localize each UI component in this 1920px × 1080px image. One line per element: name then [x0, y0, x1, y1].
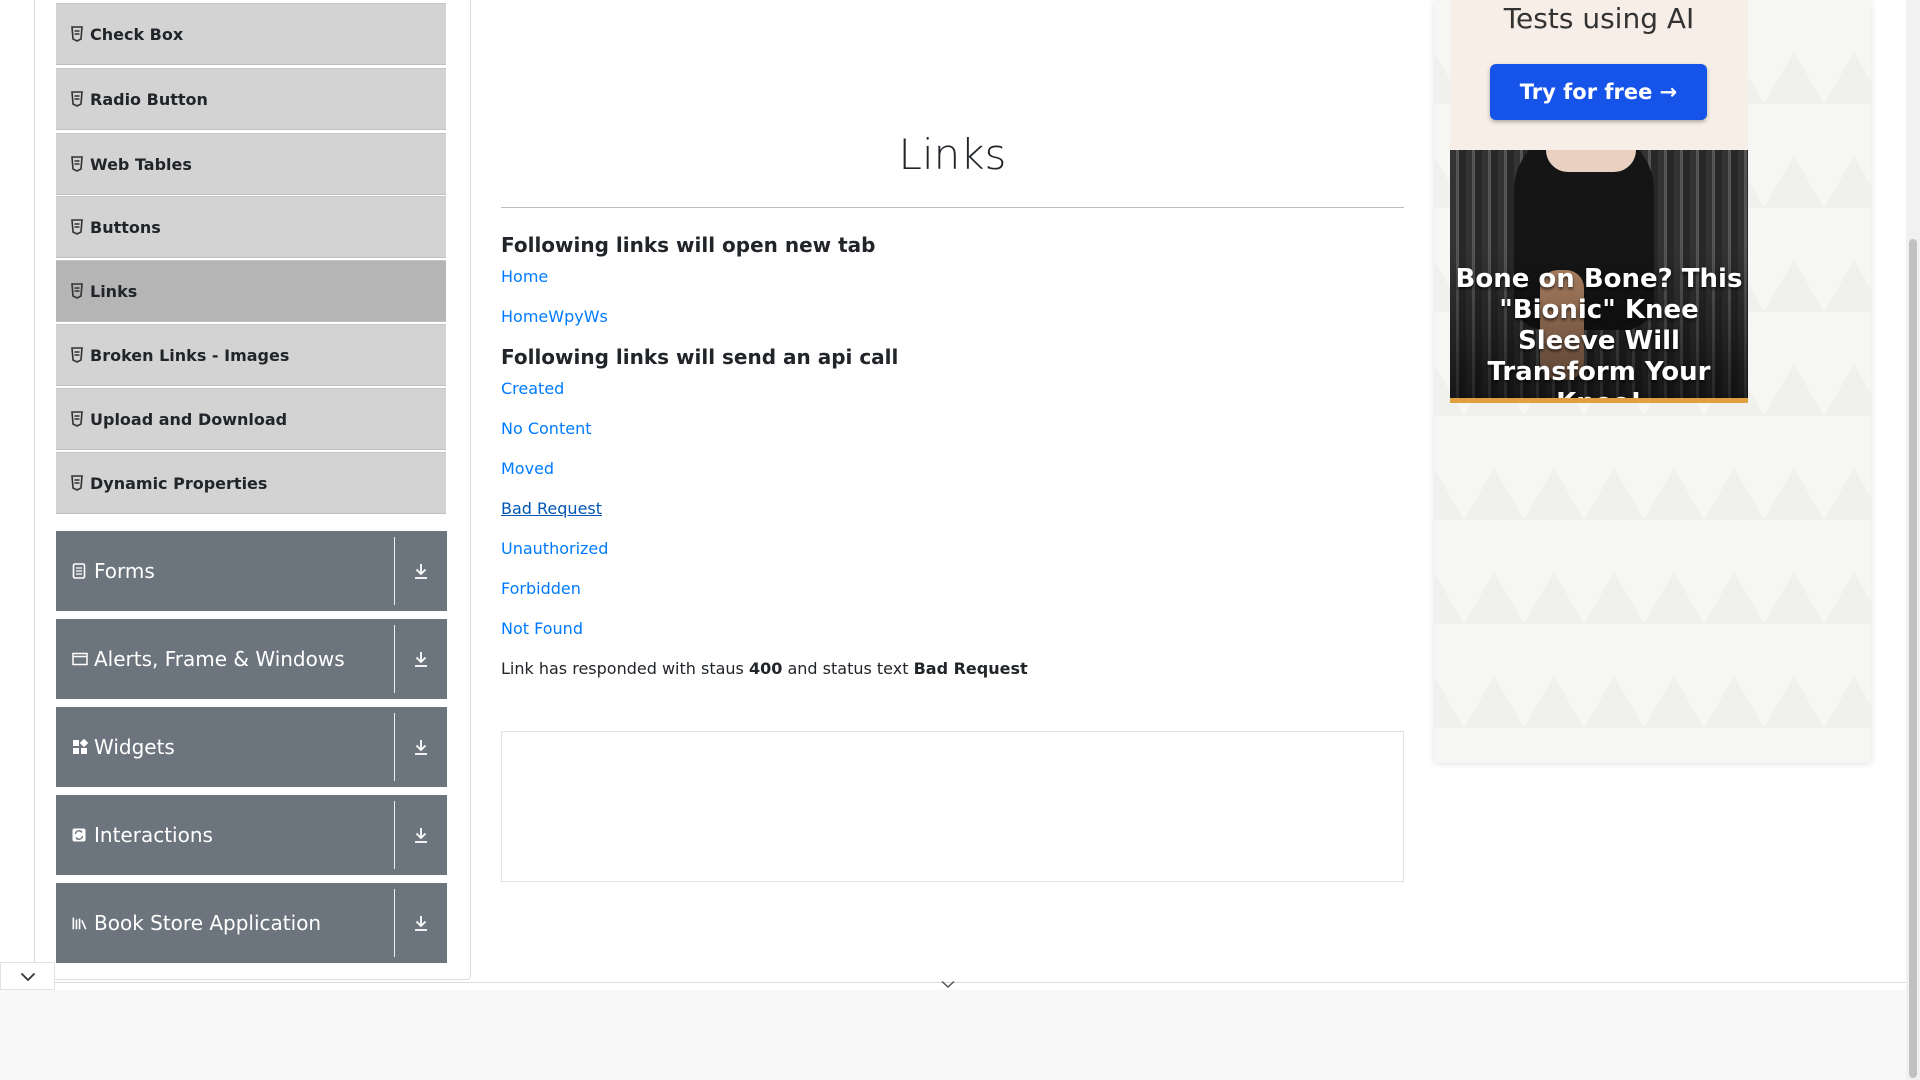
element-icon — [70, 219, 84, 235]
element-icon — [70, 411, 84, 427]
sidebar-item-dynamic-properties[interactable]: Dynamic Properties — [56, 452, 446, 514]
sidebar-item-web-tables[interactable]: Web Tables — [56, 133, 446, 195]
new-tab-heading: Following links will open new tab — [501, 233, 876, 257]
element-icon — [70, 156, 84, 172]
sidebar-item-label: Dynamic Properties — [90, 473, 268, 493]
chevron-down-icon — [20, 967, 36, 986]
scrollbar-thumb[interactable] — [1909, 239, 1917, 1078]
sidebar-item-label: Check Box — [90, 24, 184, 44]
sidebar-item-label: Broken Links - Images — [90, 345, 290, 365]
element-icon — [70, 26, 84, 42]
group-widgets[interactable]: Widgets — [56, 707, 447, 787]
link-home[interactable]: Home — [501, 267, 548, 286]
ad-try-button[interactable]: Try for free → — [1490, 64, 1707, 120]
group-title: Book Store Application — [94, 911, 322, 935]
ad-figure-skin — [1546, 150, 1636, 172]
sidebar-item-upload-and-download[interactable]: Upload and Download — [56, 388, 446, 450]
group-forms[interactable]: Forms — [56, 531, 447, 611]
group-title: Widgets — [94, 735, 175, 759]
link-bad-request[interactable]: Bad Request — [501, 499, 602, 518]
sidebar-item-radio-button[interactable]: Radio Button — [56, 68, 446, 130]
ad-headline: Bone on Bone? This "Bionic" Knee Sleeve … — [1455, 264, 1743, 403]
interactions-icon — [72, 826, 88, 844]
element-icon — [70, 91, 84, 107]
group-title: Alerts, Frame & Windows — [94, 647, 345, 671]
sidebar-item-label: Radio Button — [90, 89, 208, 109]
link-not-found[interactable]: Not Found — [501, 619, 583, 638]
sidebar-item-label: Web Tables — [90, 154, 192, 174]
ad-placeholder-box — [501, 731, 1404, 882]
window-icon — [72, 650, 88, 668]
link-response: Link has responded with staus 400 and st… — [501, 659, 1028, 678]
element-icon — [70, 475, 84, 491]
group-title: Interactions — [94, 823, 213, 847]
response-status-code: 400 — [748, 659, 783, 678]
sidebar-item-broken-links-images[interactable]: Broken Links - Images — [56, 324, 446, 386]
response-prefix: Link has responded with staus — [501, 659, 744, 678]
link-unauthorized[interactable]: Unauthorized — [501, 539, 608, 558]
link-home-dynamic[interactable]: HomeWpyWs — [501, 307, 608, 326]
sidebar-item-label: Upload and Download — [90, 409, 288, 429]
page-title: Links — [898, 130, 1007, 179]
sidebar-item-label: Buttons — [90, 217, 161, 237]
group-title: Forms — [94, 559, 155, 583]
collapse-button[interactable] — [0, 962, 55, 990]
element-icon — [70, 347, 84, 363]
download-icon[interactable] — [395, 738, 447, 756]
response-middle: and status text — [787, 659, 909, 678]
element-icon — [70, 283, 84, 299]
bottom-ad-bar — [0, 990, 1906, 1080]
download-icon[interactable] — [395, 650, 447, 668]
title-divider — [501, 207, 1404, 208]
api-heading: Following links will send an api call — [501, 345, 899, 369]
group-interactions[interactable]: Interactions — [56, 795, 447, 875]
group-alerts-frame-windows[interactable]: Alerts, Frame & Windows — [56, 619, 447, 699]
ad-top-text: Tests using AI — [1503, 2, 1695, 35]
link-moved[interactable]: Moved — [501, 459, 554, 478]
link-no-content[interactable]: No Content — [501, 419, 591, 438]
sidebar-item-label: Links — [90, 281, 138, 301]
link-forbidden[interactable]: Forbidden — [501, 579, 581, 598]
download-icon[interactable] — [395, 914, 447, 932]
widgets-icon — [72, 738, 88, 756]
chevron-down-icon[interactable] — [941, 974, 955, 993]
link-created[interactable]: Created — [501, 379, 564, 398]
sidebar-item-buttons[interactable]: Buttons — [56, 196, 446, 258]
sidebar-item-links[interactable]: Links — [56, 260, 446, 322]
download-icon[interactable] — [395, 826, 447, 844]
form-icon — [72, 562, 88, 580]
ad-image[interactable]: Bone on Bone? This "Bionic" Knee Sleeve … — [1450, 150, 1748, 403]
group-book-store-application[interactable]: Book Store Application — [56, 883, 447, 963]
response-status-text: Bad Request — [913, 659, 1028, 678]
bookstore-icon — [72, 914, 88, 932]
sidebar-item-check-box[interactable]: Check Box — [56, 3, 446, 65]
download-icon[interactable] — [395, 562, 447, 580]
